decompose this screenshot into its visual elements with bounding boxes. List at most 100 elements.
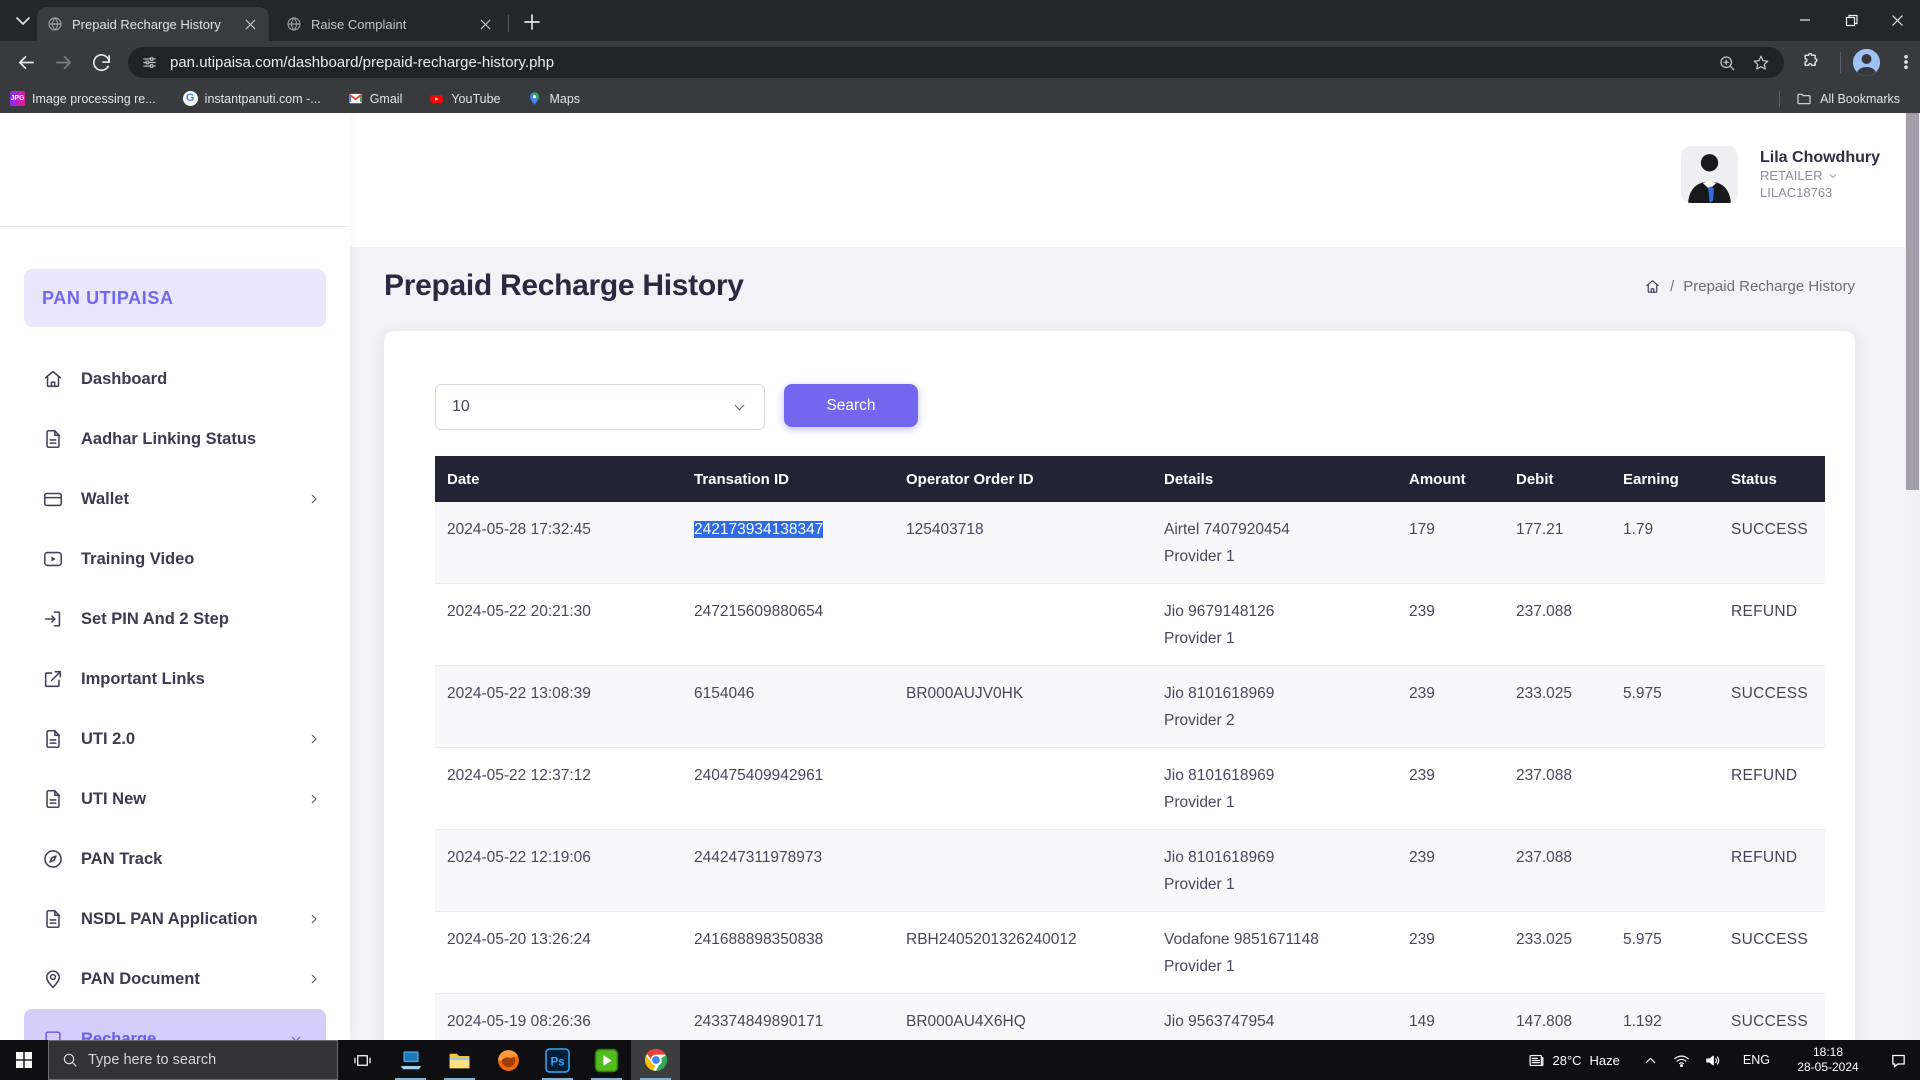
table-row: 2024-05-20 13:26:24241688898350838RBH240… (435, 912, 1825, 994)
url-bar[interactable]: pan.utipaisa.com/dashboard/prepaid-recha… (128, 47, 1784, 78)
reload-icon[interactable] (90, 51, 113, 74)
chevron-right-icon (306, 911, 322, 927)
sidebar-item-label: PAN Document (81, 970, 200, 989)
all-bookmarks-button[interactable]: All Bookmarks (1779, 91, 1920, 107)
bookmark-item[interactable]: JPGImage processing re... (10, 91, 156, 106)
site-info-icon[interactable] (141, 54, 158, 71)
weather-widget[interactable]: 28°C Haze (1528, 1052, 1620, 1069)
wifi-icon[interactable] (1673, 1052, 1690, 1069)
notification-center-icon[interactable] (1876, 1052, 1920, 1069)
language-indicator[interactable]: ENG (1743, 1053, 1770, 1067)
user-role[interactable]: RETAILER (1760, 167, 1880, 184)
bookmark-item[interactable]: YouTube (429, 91, 500, 106)
clock[interactable]: 18:18 28-05-2024 (1780, 1045, 1876, 1075)
tab-search-button[interactable] (10, 9, 36, 33)
browser-toolbar: pan.utipaisa.com/dashboard/prepaid-recha… (0, 41, 1920, 84)
tab-close-icon[interactable] (477, 16, 494, 33)
table-row: 2024-05-22 12:37:12240475409942961Jio 81… (435, 748, 1825, 830)
bookmark-item[interactable]: Gmail (348, 91, 403, 106)
home-icon[interactable] (1644, 278, 1661, 295)
details-line: Jio 8101618969 (1164, 762, 1393, 789)
sidebar-item-important-links[interactable]: Important Links (0, 649, 350, 709)
sidebar-item-set-pin-and-2-step[interactable]: Set PIN And 2 Step (0, 589, 350, 649)
menu-kebab-icon[interactable] (1897, 52, 1915, 72)
details-line: Provider 1 (1164, 953, 1393, 980)
brand-logo[interactable]: PAN UTIPAISA (24, 269, 326, 327)
cell-earning: 1.79 (1611, 502, 1719, 584)
page-size-select[interactable]: 10 (435, 384, 765, 430)
details-line: Provider 1 (1164, 871, 1393, 898)
compass-icon (42, 848, 64, 870)
photoshop-icon[interactable]: Ps (533, 1040, 582, 1080)
sidebar-item-label: Aadhar Linking Status (81, 430, 256, 449)
orange-browser-icon[interactable] (484, 1040, 533, 1080)
file-explorer-icon[interactable] (435, 1040, 484, 1080)
android-play-icon[interactable] (582, 1040, 631, 1080)
sidebar-item-recharge[interactable]: Recharge (24, 1009, 326, 1040)
cell-date: 2024-05-22 12:37:12 (435, 748, 682, 830)
sidebar-item-training-video[interactable]: Training Video (0, 529, 350, 589)
sidebar-item-pan-track[interactable]: PAN Track (0, 829, 350, 889)
browser-profile-avatar[interactable] (1853, 49, 1880, 76)
sidebar-item-dashboard[interactable]: Dashboard (0, 349, 350, 409)
page-content: Prepaid Recharge History / Prepaid Recha… (350, 247, 1905, 1040)
user-profile[interactable]: Lila Chowdhury RETAILER LILAC18763 (1681, 146, 1880, 203)
history-card: 10 Search DateTransation IDOperator Orde… (384, 331, 1855, 1040)
sidebar-item-wallet[interactable]: Wallet (0, 469, 350, 529)
chevron-right-icon (306, 731, 322, 747)
close-window-button[interactable] (1874, 0, 1920, 40)
scrollbar-thumb[interactable] (1906, 113, 1919, 490)
cell-debit: 237.088 (1504, 584, 1611, 666)
cell-operator-order-id: BR000AUJV0HK (894, 666, 1152, 748)
volume-icon[interactable] (1704, 1052, 1721, 1069)
sidebar-item-pan-document[interactable]: PAN Document (0, 949, 350, 1009)
system-tray: 28°C Haze ENG 18:18 28-05-2024 (1528, 1040, 1920, 1080)
details-line: Provider 1 (1164, 543, 1393, 570)
sidebar-item-label: PAN Track (81, 850, 162, 869)
search-icon (62, 1052, 78, 1068)
cell-details: Airtel 7407920454Provider 1 (1152, 502, 1397, 584)
cell-operator-order-id (894, 748, 1152, 830)
bookmark-star-icon[interactable] (1752, 54, 1770, 72)
recharge-history-table: DateTransation IDOperator Order IDDetail… (435, 456, 1825, 1040)
browser-tab-active[interactable]: Prepaid Recharge History (37, 7, 269, 41)
cell-transaction-id: 244247311978973 (682, 830, 894, 912)
restore-button[interactable] (1828, 0, 1874, 40)
sidebar-item-uti-2-0[interactable]: UTI 2.0 (0, 709, 350, 769)
forward-icon[interactable] (52, 51, 75, 74)
tab-strip: Prepaid Recharge History Raise Complaint (0, 0, 1920, 41)
page-scrollbar[interactable] (1905, 113, 1920, 1040)
sidebar-item-nsdl-pan-application[interactable]: NSDL PAN Application (0, 889, 350, 949)
chrome-icon[interactable] (631, 1040, 680, 1080)
sidebar-item-label: UTI 2.0 (81, 730, 135, 749)
zoom-icon[interactable] (1718, 54, 1736, 72)
cell-operator-order-id: RBH2405201326240012 (894, 912, 1152, 994)
column-header: Status (1719, 456, 1825, 502)
laptop-app-icon[interactable] (386, 1040, 435, 1080)
chevron-down-icon (1827, 170, 1839, 182)
new-tab-button[interactable] (520, 10, 544, 34)
extensions-icon[interactable] (1801, 52, 1821, 72)
bookmark-item[interactable]: Maps (527, 91, 580, 106)
tab-close-icon[interactable] (242, 16, 259, 33)
search-button[interactable]: Search (784, 384, 918, 427)
cell-status: SUCCESS (1719, 502, 1825, 584)
start-button[interactable] (0, 1040, 48, 1080)
back-icon[interactable] (15, 51, 38, 74)
taskbar-search[interactable]: Type here to search (48, 1040, 338, 1080)
web-page: PAN UTIPAISA Dashboard Aadhar Linking Sta… (0, 113, 1920, 1040)
file-icon (42, 908, 64, 930)
cell-status: SUCCESS (1719, 912, 1825, 994)
sidebar-item-label: Training Video (81, 550, 194, 569)
tray-chevron-up-icon[interactable] (1642, 1052, 1659, 1069)
bookmark-item[interactable]: Ginstantpanuti.com -... (183, 91, 321, 106)
minimize-button[interactable] (1782, 0, 1828, 40)
taskbar-apps: Ps (386, 1040, 680, 1080)
browser-tab[interactable]: Raise Complaint (276, 7, 504, 41)
cell-operator-order-id (894, 584, 1152, 666)
task-view-icon[interactable] (338, 1040, 386, 1080)
sidebar-item-aadhar-linking-status[interactable]: Aadhar Linking Status (0, 409, 350, 469)
breadcrumb-separator: / (1670, 278, 1674, 295)
tab-title: Raise Complaint (311, 17, 471, 32)
sidebar-item-uti-new[interactable]: UTI New (0, 769, 350, 829)
